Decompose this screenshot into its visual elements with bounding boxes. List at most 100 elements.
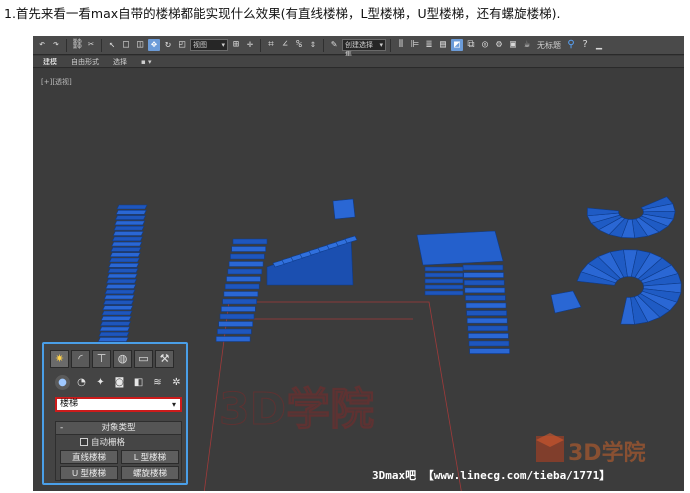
l-stair-step: [223, 291, 259, 297]
straight-stair-step: [101, 310, 133, 316]
link-icon[interactable]: ⛓: [71, 39, 84, 51]
create-icon[interactable]: ✷: [50, 350, 69, 368]
chevron-down-icon[interactable]: ▾: [169, 399, 179, 410]
space-warps-icon[interactable]: ≋: [150, 375, 165, 390]
material-editor-icon[interactable]: ◎: [479, 39, 491, 51]
align-icon[interactable]: ⊫: [409, 39, 421, 51]
l-stair-step: [224, 283, 260, 290]
straight-stair-step: [105, 284, 137, 289]
angle-snap-icon[interactable]: ∠: [279, 39, 291, 51]
lights-icon[interactable]: ✦: [93, 375, 108, 390]
ribbon-tab-freeform[interactable]: 自由形式: [71, 57, 99, 67]
search-icon[interactable]: ⚲: [565, 39, 577, 51]
toolbar-divider: [66, 38, 67, 52]
rollout-header[interactable]: - 对象类型: [56, 422, 181, 435]
mirror-icon[interactable]: ⫴: [395, 39, 407, 51]
graphite-toggle-icon[interactable]: ▤: [437, 39, 449, 51]
logo-text: 3D学院: [568, 440, 646, 466]
u-stair-step: [466, 317, 508, 324]
ribbon-options-menu[interactable]: ▪ ▾: [141, 57, 151, 67]
straight-stair-step: [110, 247, 142, 252]
u-stair-step: [424, 266, 464, 272]
u-stair-step: [468, 340, 510, 347]
percent-snap-icon[interactable]: %: [293, 39, 305, 51]
select-scale-icon[interactable]: ◰: [176, 39, 188, 51]
straight-stair-step: [108, 263, 140, 268]
u-stair-step: [465, 302, 507, 309]
l-stair-step: [227, 268, 263, 275]
scene-title: 无标题: [537, 40, 561, 50]
reference-coordinate-dropdown[interactable]: 视图: [190, 39, 228, 51]
spiral-stair-button[interactable]: 螺旋楼梯: [121, 466, 179, 480]
ribbon-tab-selection[interactable]: 选择: [113, 57, 127, 67]
l-stair-step: [222, 298, 257, 305]
render-setup-icon[interactable]: ⚙: [493, 39, 505, 51]
curve-editor-icon[interactable]: ◩: [451, 39, 463, 51]
utilities-icon[interactable]: ⚒: [155, 350, 174, 368]
geometry-icon[interactable]: ●: [55, 375, 70, 390]
toolbar-divider: [390, 38, 391, 52]
helpers-icon[interactable]: ◧: [131, 375, 146, 390]
undo-icon[interactable]: ↶: [36, 39, 48, 51]
rendered-frame-icon[interactable]: ▣: [507, 39, 519, 51]
layer-manager-icon[interactable]: ≣: [423, 39, 435, 51]
category-select-value: 楼梯: [60, 399, 79, 409]
u-stair-step: [468, 333, 509, 339]
straight-stair-step: [111, 241, 143, 247]
cameras-icon[interactable]: ◙: [112, 375, 127, 390]
rect-select-icon[interactable]: □: [120, 39, 132, 51]
select-object-icon[interactable]: ↖: [106, 39, 118, 51]
spinner-snap-icon[interactable]: ⇕: [307, 39, 319, 51]
systems-icon[interactable]: ✲: [169, 375, 184, 390]
select-move-icon[interactable]: ✥: [148, 39, 160, 51]
l-stair-step: [215, 336, 251, 342]
display-icon[interactable]: ▭: [134, 350, 153, 368]
modify-icon[interactable]: ◜: [71, 350, 90, 368]
motion-icon[interactable]: ◍: [113, 350, 132, 368]
article-caption: 1.首先来看一看max自带的楼梯都能实现什么效果(有直线楼梯，L型楼梯，U型楼梯…: [4, 6, 561, 21]
autogrid-checkbox[interactable]: [80, 438, 88, 446]
snap-toggle-icon[interactable]: ⌗: [265, 39, 277, 51]
schematic-view-icon[interactable]: ⧉: [465, 39, 477, 51]
spiral-stair-step: [550, 290, 582, 314]
straight-stair-model: [97, 204, 148, 342]
ribbon-tab-modeling[interactable]: 建模: [43, 57, 57, 67]
autogrid-row: 自动栅格: [56, 435, 181, 449]
straight-stair-step: [98, 331, 130, 337]
select-rotate-icon[interactable]: ↻: [162, 39, 174, 51]
u-stair-button[interactable]: U 型楼梯: [60, 466, 118, 480]
main-toolbar: ↶ ↷ ⛓ ✂ ↖ □ ◫ ✥ ↻ ◰ 视图 ⊞ ✛ ⌗ ∠ % ⇕ ✎ 创建选…: [33, 36, 684, 59]
minimize-icon[interactable]: ▁: [593, 39, 605, 51]
geometry-category-select[interactable]: 楼梯 ▾: [55, 397, 182, 412]
straight-stair-button[interactable]: 直线楼梯: [60, 450, 118, 464]
l-stair-model: [215, 198, 358, 342]
unlink-icon[interactable]: ✂: [85, 39, 97, 51]
scene-watermark-text: 3D学院: [219, 384, 374, 435]
straight-stair-step: [106, 278, 137, 284]
select-manipulate-icon[interactable]: ✛: [244, 39, 256, 51]
collapse-icon[interactable]: -: [60, 422, 63, 434]
l-stair-step: [232, 238, 268, 245]
pivot-icon[interactable]: ⊞: [230, 39, 242, 51]
u-stair-model: [416, 230, 510, 354]
shapes-icon[interactable]: ◔: [74, 375, 89, 390]
edit-named-selection-icon[interactable]: ✎: [328, 39, 340, 51]
command-panel-tabs: ✷ ◜ ⊤ ◍ ▭ ⚒: [50, 350, 174, 368]
straight-stair-step: [112, 231, 144, 236]
redo-icon[interactable]: ↷: [50, 39, 62, 51]
window-crossing-icon[interactable]: ◫: [134, 39, 146, 51]
straight-stair-step: [115, 215, 146, 220]
academy-logo: 3D学院: [536, 433, 646, 466]
render-icon[interactable]: ☕: [521, 39, 533, 51]
help-icon[interactable]: ?: [579, 39, 591, 51]
command-panel: ✷ ◜ ⊤ ◍ ▭ ⚒ ● ◔ ✦ ◙ ◧ ≋ ✲ 楼梯 ▾ - 对象类型 自动…: [42, 342, 188, 485]
named-selection-dropdown[interactable]: 创建选择集: [342, 39, 386, 59]
l-stair-step: [221, 306, 256, 312]
u-stair-step: [424, 290, 464, 296]
toolbar-divider: [101, 38, 102, 52]
straight-stair-step: [114, 220, 146, 226]
l-stair-button[interactable]: L 型楼梯: [121, 450, 179, 464]
u-stair-step: [464, 287, 506, 294]
hierarchy-icon[interactable]: ⊤: [92, 350, 111, 368]
straight-stair-step: [113, 225, 145, 231]
